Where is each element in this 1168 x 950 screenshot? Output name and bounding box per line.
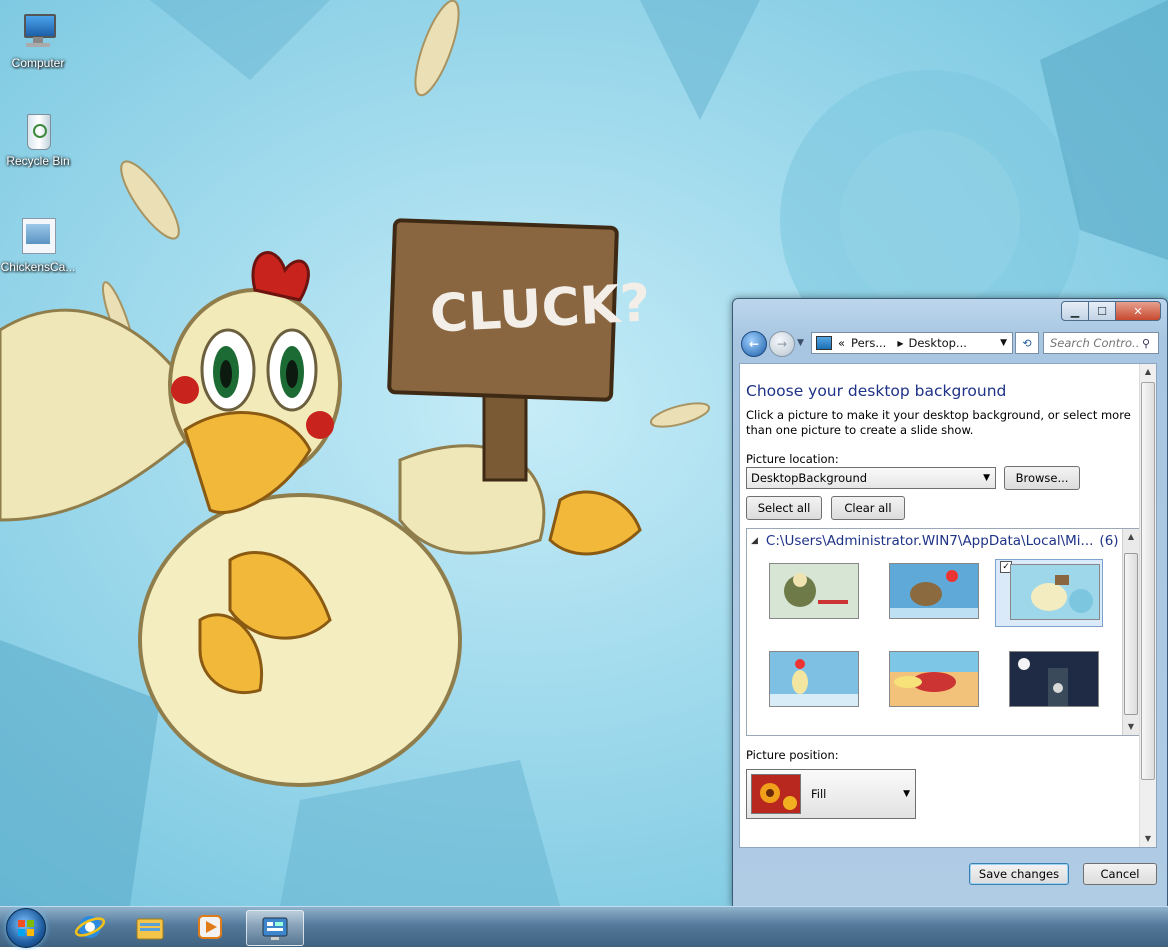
wallpaper-list[interactable]: ◢ C:\Users\Administrator.WIN7\AppData\Lo…	[746, 528, 1140, 736]
control-panel-icon	[816, 336, 832, 350]
picture-position-value: Fill	[811, 787, 827, 801]
thumbnail-item[interactable]	[875, 647, 981, 713]
content-scrollbar[interactable]: ▲ ▼	[1139, 364, 1156, 847]
search-box[interactable]: ⚲	[1043, 332, 1159, 354]
start-button[interactable]	[6, 908, 46, 948]
windows-explorer-icon	[136, 918, 164, 940]
taskbar-windows-explorer[interactable]	[122, 910, 178, 944]
document-icon	[16, 214, 60, 258]
search-input[interactable]	[1048, 335, 1142, 351]
thumbnail-item-selected[interactable]: ✓	[995, 559, 1103, 627]
forward-arrow-icon: →	[776, 337, 788, 351]
picture-location-select[interactable]: DesktopBackground ▼	[746, 467, 996, 489]
clear-all-button[interactable]: Clear all	[831, 496, 905, 520]
scroll-up-icon[interactable]: ▲	[1140, 364, 1156, 380]
breadcrumb-arrow-icon[interactable]: ▶	[897, 339, 903, 348]
wallpaper-thumbnail-4[interactable]	[769, 651, 859, 707]
wallpaper-sign-text: CLUCK?	[429, 273, 652, 344]
wallpaper-thumbnail-1[interactable]	[769, 563, 859, 619]
thumbnail-item[interactable]	[755, 647, 861, 713]
page-title: Choose your desktop background	[746, 382, 1007, 400]
windows-logo-icon	[18, 920, 34, 936]
caption-buttons: ▁ ☐ ✕	[1061, 301, 1161, 321]
taskbar-media-player[interactable]	[182, 910, 238, 944]
desktop-icon-label: Computer	[11, 56, 65, 70]
breadcrumb-personalization[interactable]: Pers...	[851, 336, 886, 350]
picture-position-select[interactable]: Fill ▼	[746, 769, 916, 819]
wallpaper-thumbnail-6[interactable]	[1009, 651, 1099, 707]
wallpaper-list-scrollbar[interactable]: ▲ ▼	[1122, 529, 1139, 735]
folder-path: C:\Users\Administrator.WIN7\AppData\Loca…	[765, 533, 1094, 549]
cancel-button[interactable]: Cancel	[1083, 863, 1157, 885]
page-description: Click a picture to make it your desktop …	[746, 408, 1131, 437]
scroll-up-icon[interactable]: ▲	[1123, 529, 1139, 545]
maximize-icon: ☐	[1097, 304, 1107, 318]
desktop-icon-recycle-bin[interactable]: Recycle Bin	[0, 108, 76, 168]
refresh-button[interactable]: ⟲	[1015, 332, 1039, 354]
wallpaper-thumbnail-3[interactable]	[1010, 564, 1100, 620]
chevron-down-icon[interactable]: ▼	[1000, 338, 1007, 348]
chevron-down-icon: ▼	[797, 338, 804, 348]
scroll-down-icon[interactable]: ▼	[1140, 831, 1156, 847]
close-icon: ✕	[1133, 304, 1143, 318]
taskbar	[0, 906, 1168, 948]
computer-icon	[16, 10, 60, 54]
desktop-icon-chickens[interactable]: ChickensCa...	[0, 214, 76, 274]
internet-explorer-icon	[74, 916, 106, 938]
browse-button[interactable]: Browse...	[1004, 466, 1080, 490]
personalization-window[interactable]: ▁ ☐ ✕ ← → ▼ « Pers... ▶ Desktop... ▼ ⟲ ⚲…	[732, 298, 1168, 906]
back-button[interactable]: ←	[741, 331, 767, 357]
taskbar-internet-explorer[interactable]	[62, 910, 118, 944]
media-player-icon	[198, 915, 222, 939]
desktop[interactable]: CLUCK? Computer Recycle Bin ChickensCa..…	[0, 0, 1168, 906]
address-bar[interactable]: « Pers... ▶ Desktop... ▼	[811, 332, 1013, 354]
close-button[interactable]: ✕	[1115, 301, 1161, 321]
flower-preview-icon	[751, 774, 801, 814]
refresh-icon: ⟲	[1022, 336, 1032, 350]
chevron-down-icon: ▼	[903, 789, 910, 799]
recycle-bin-icon	[16, 108, 60, 152]
minimize-button[interactable]: ▁	[1061, 301, 1089, 321]
wallpaper-thumbnail-2[interactable]	[889, 563, 979, 619]
save-changes-button[interactable]: Save changes	[969, 863, 1069, 885]
forward-button[interactable]: →	[769, 331, 795, 357]
collapse-triangle-icon[interactable]: ◢	[751, 536, 758, 549]
content-pane: Choose your desktop background Click a p…	[739, 363, 1157, 848]
maximize-button[interactable]: ☐	[1088, 301, 1116, 321]
address-prefix[interactable]: «	[838, 336, 845, 350]
desktop-icon-label: ChickensCa...	[0, 260, 76, 274]
select-all-button[interactable]: Select all	[746, 496, 822, 520]
picture-location-value: DesktopBackground	[751, 471, 868, 485]
minimize-icon: ▁	[1070, 304, 1080, 318]
taskbar-control-panel[interactable]	[246, 910, 304, 946]
scrollbar-thumb[interactable]	[1141, 382, 1155, 780]
scrollbar-thumb[interactable]	[1124, 553, 1138, 715]
wallpaper-thumbnail-5[interactable]	[889, 651, 979, 707]
folder-count: (6)	[1099, 533, 1119, 549]
recent-pages-dropdown[interactable]: ▼	[797, 338, 804, 348]
scroll-down-icon[interactable]: ▼	[1123, 719, 1139, 735]
picture-position-label: Picture position:	[746, 748, 839, 762]
navigation-bar: ← → ▼ « Pers... ▶ Desktop... ▼ ⟲ ⚲	[739, 329, 1161, 357]
folder-group-header[interactable]: ◢ C:\Users\Administrator.WIN7\AppData\Lo…	[751, 533, 1121, 549]
chevron-down-icon: ▼	[983, 473, 990, 483]
breadcrumb-desktop-background[interactable]: Desktop...	[909, 336, 967, 350]
picture-location-label: Picture location:	[746, 452, 839, 466]
thumbnail-item[interactable]	[995, 647, 1101, 713]
search-icon[interactable]: ⚲	[1142, 337, 1150, 350]
thumbnail-item[interactable]	[755, 559, 861, 625]
control-panel-icon	[262, 917, 288, 940]
back-arrow-icon: ←	[748, 337, 760, 351]
desktop-icon-label: Recycle Bin	[6, 154, 70, 168]
desktop-icon-computer[interactable]: Computer	[0, 10, 76, 70]
thumbnail-item[interactable]	[875, 559, 981, 625]
